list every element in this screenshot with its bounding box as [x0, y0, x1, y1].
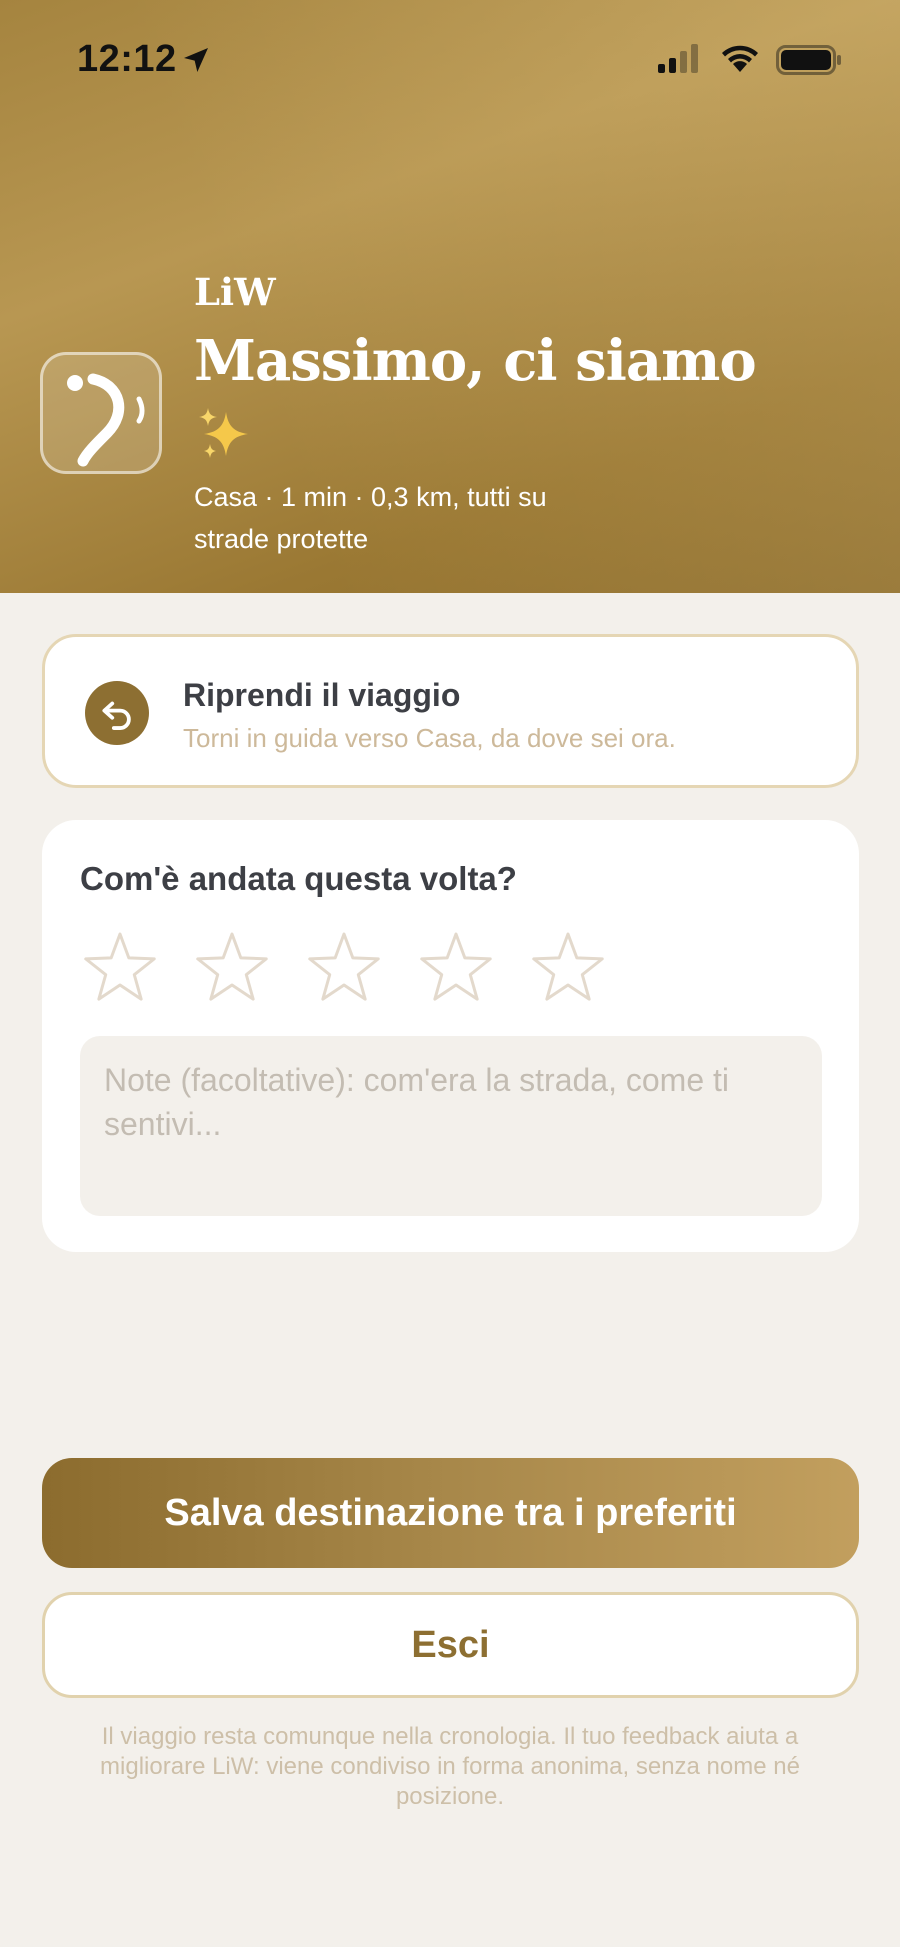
page-title: Massimo, ci siamo [194, 328, 757, 394]
notes-input[interactable] [80, 1036, 822, 1216]
star-icon-2[interactable] [192, 928, 272, 1008]
star-icon-3[interactable] [304, 928, 384, 1008]
battery-icon [776, 45, 841, 75]
resume-trip-title: Riprendi il viaggio [183, 677, 461, 713]
cellular-signal-icon [658, 44, 698, 73]
star-icon-5[interactable] [528, 928, 608, 1008]
liw-logo-icon [40, 352, 162, 474]
star-rating [80, 928, 640, 1008]
exit-button[interactable]: Esci [42, 1592, 859, 1698]
location-arrow-icon [184, 48, 208, 72]
status-bar: 12:12 [0, 0, 900, 120]
rating-card: Com'è andata questa volta? [42, 820, 859, 1252]
trip-summary: Casa · 1 min · 0,3 km, tutti su strade p… [194, 482, 547, 554]
brand-name: LiW [194, 270, 276, 314]
wifi-icon [722, 45, 758, 72]
star-icon-1[interactable] [80, 928, 160, 1008]
sparkles-emoji-icon [199, 408, 248, 458]
privacy-footnote: Il viaggio resta comunque nella cronolog… [100, 1723, 800, 1810]
resume-trip-card[interactable]: Riprendi il viaggio Torni in guida verso… [42, 634, 859, 788]
status-time: 12:12 [77, 38, 177, 80]
resume-trip-subtitle: Torni in guida verso Casa, da dove sei o… [183, 723, 676, 753]
star-icon-4[interactable] [416, 928, 496, 1008]
rating-question: Com'è andata questa volta? [80, 860, 517, 897]
undo-arrow-icon [85, 681, 149, 745]
save-favorite-button[interactable]: Salva destinazione tra i preferiti [42, 1458, 859, 1568]
